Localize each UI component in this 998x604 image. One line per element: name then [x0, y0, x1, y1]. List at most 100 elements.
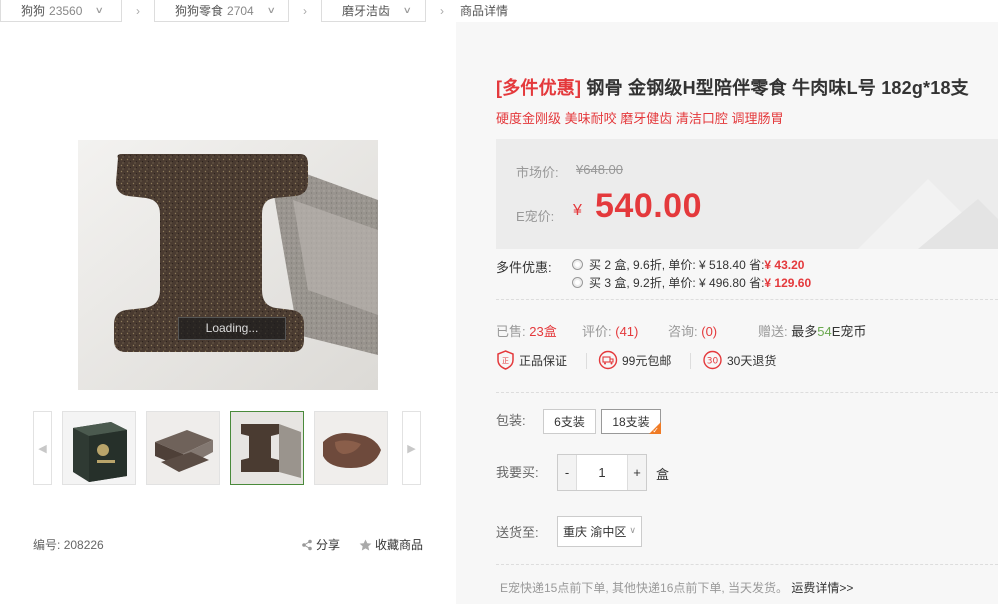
- quantity-stepper: - +: [557, 454, 647, 491]
- sold-stat: 已售: 23盒: [496, 321, 557, 340]
- guarantee-30-day-return: 30 30天退货: [702, 350, 776, 370]
- chevron-right-icon: ›: [136, 4, 140, 18]
- discount-save: ¥ 129.60: [764, 275, 812, 290]
- discount-save: ¥ 43.20: [764, 257, 805, 272]
- discount-text: 买 2 盒, 9.6折, 单价: ¥ 518.40 省:: [589, 258, 765, 272]
- e-price-value: 540.00: [595, 187, 702, 225]
- gift-prefix: 最多: [791, 324, 818, 339]
- h-bone-pieces-image: [147, 412, 219, 484]
- divider: [496, 299, 998, 300]
- chevron-down-icon: ∨: [629, 525, 636, 535]
- thumbnail-bitten[interactable]: [314, 411, 388, 485]
- discount-text: 买 3 盒, 9.2折, 单价: ¥ 496.80 省:: [589, 276, 765, 290]
- divider: [496, 392, 998, 393]
- breadcrumb-label: 狗狗零食: [175, 4, 224, 18]
- breadcrumb-category-dog-snacks[interactable]: 狗狗零食 2704 ∨: [154, 0, 289, 22]
- consult-value: (0): [701, 324, 718, 339]
- pack-option-label: 18支装: [612, 415, 650, 429]
- e-price-label: E宠价:: [516, 209, 555, 224]
- svg-text:正: 正: [502, 357, 509, 365]
- radio-button[interactable]: [572, 277, 583, 288]
- chevron-down-icon: ∨: [402, 5, 412, 15]
- breadcrumb-category-dental[interactable]: 磨牙洁齿 ∨: [321, 0, 426, 22]
- sku-info: 编号: 208226: [33, 536, 104, 553]
- gift-suffix: E宠币: [831, 324, 867, 339]
- return-30-icon: 30: [703, 350, 722, 370]
- breadcrumb: 狗狗 23560 ∨ › 狗狗零食 2704 ∨ › 磨牙洁齿 ∨ › 商品详情: [0, 0, 508, 22]
- pack-option-6[interactable]: 6支装: [543, 409, 596, 434]
- thumb-prev-button[interactable]: ◀: [33, 411, 52, 485]
- star-icon: [359, 539, 372, 550]
- packaging-label: 包装:: [496, 413, 526, 428]
- review-value: (41): [615, 324, 639, 339]
- product-info-panel: [多件优惠] 钢骨 金钢级H型陪伴零食 牛肉味L号 182g*18支 硬度金刚级…: [456, 22, 998, 604]
- quantity-label: 我要买:: [496, 465, 539, 480]
- guarantee-label: 正品保证: [519, 353, 568, 368]
- h-bone-cross-section-image: [231, 412, 303, 484]
- divider: [496, 564, 998, 565]
- main-product-image[interactable]: [78, 140, 378, 390]
- quantity-input[interactable]: [577, 455, 627, 490]
- price-box: 市场价: ¥648.00 E宠价: ¥ 540.00: [496, 139, 998, 249]
- chevron-down-icon: ∨: [95, 5, 105, 15]
- chevron-down-icon: ∨: [266, 5, 276, 15]
- discount-option-2-boxes[interactable]: 买 2 盒, 9.6折, 单价: ¥ 518.40 省: ¥ 43.20: [572, 256, 804, 273]
- shipping-note: E宠快递15点前下单, 其他快递16点前下单, 当天发货。 运费详情>>: [500, 579, 853, 596]
- caret-right-icon: ▶: [407, 442, 416, 455]
- breadcrumb-count: 23560: [49, 3, 83, 18]
- pack-option-label: 6支装: [554, 415, 585, 429]
- h-bone-image: [78, 140, 378, 390]
- region-select[interactable]: 重庆 渝中区 ∨: [557, 516, 642, 547]
- quantity-minus-button[interactable]: -: [558, 455, 577, 490]
- breadcrumb-label: 磨牙洁齿: [342, 4, 391, 18]
- sku-value: 208226: [63, 538, 104, 552]
- radio-button[interactable]: [572, 259, 583, 270]
- quantity-unit: 盒: [656, 467, 670, 482]
- promo-tag: [多件优惠]: [496, 78, 582, 98]
- chevron-right-icon: ›: [440, 4, 444, 18]
- product-subtitle: 硬度金刚级 美味耐咬 磨牙健齿 清洁口腔 调理肠胃: [496, 111, 784, 126]
- region-value: 重庆 渝中区: [563, 525, 627, 539]
- discount-option-3-boxes[interactable]: 买 3 盒, 9.2折, 单价: ¥ 496.80 省: ¥ 129.60: [572, 274, 811, 291]
- share-label: 分享: [316, 538, 341, 552]
- product-name: 钢骨 金钢级H型陪伴零食 牛肉味L号 182g*18支: [581, 78, 969, 98]
- review-label: 评价:: [582, 324, 612, 339]
- consult-label: 咨询:: [668, 324, 698, 339]
- bitten-bone-image: [315, 412, 387, 484]
- thumbnail-cross-section[interactable]: [230, 411, 304, 485]
- sold-label: 已售:: [496, 324, 526, 339]
- thumbnail-bone-pieces[interactable]: [146, 411, 220, 485]
- market-price-value: ¥648.00: [576, 162, 623, 177]
- favorite-label: 收藏商品: [375, 538, 424, 552]
- price-decoration: [858, 179, 998, 249]
- share-icon: [302, 539, 312, 550]
- thumbnail-package[interactable]: [62, 411, 136, 485]
- loading-indicator: Loading...: [178, 317, 286, 340]
- breadcrumb-current: 商品详情: [460, 4, 509, 18]
- consult-stat[interactable]: 咨询: (0): [668, 321, 717, 340]
- svg-text:30: 30: [707, 357, 719, 367]
- shield-icon: 正: [497, 350, 514, 370]
- check-icon: ✓: [652, 426, 659, 435]
- share-button[interactable]: 分享: [301, 536, 340, 553]
- chevron-right-icon: ›: [303, 4, 307, 18]
- shipping-note-text: E宠快递15点前下单, 其他快递16点前下单, 当天发货。: [500, 581, 792, 595]
- currency-symbol: ¥: [573, 202, 582, 219]
- gift-label: 赠送:: [758, 324, 788, 339]
- market-price-label: 市场价:: [516, 165, 559, 180]
- shipping-fee-link[interactable]: 运费详情>>: [791, 581, 853, 595]
- delivery-label: 送货至:: [496, 525, 539, 540]
- favorite-button[interactable]: 收藏商品: [359, 536, 423, 553]
- breadcrumb-count: 2704: [227, 3, 254, 18]
- review-stat[interactable]: 评价: (41): [582, 321, 638, 340]
- thumb-next-button[interactable]: ▶: [402, 411, 421, 485]
- gift-value: 54: [817, 324, 832, 339]
- divider: [586, 353, 587, 369]
- quantity-plus-button[interactable]: +: [627, 455, 646, 490]
- product-page: 狗狗 23560 ∨ › 狗狗零食 2704 ∨ › 磨牙洁齿 ∨ › 商品详情: [0, 0, 998, 604]
- breadcrumb-category-dogs[interactable]: 狗狗 23560 ∨: [0, 0, 122, 22]
- caret-left-icon: ◀: [38, 442, 47, 455]
- pack-option-18[interactable]: 18支装 ✓: [601, 409, 661, 435]
- sku-label: 编号:: [33, 538, 61, 552]
- package-box-image: [63, 412, 135, 484]
